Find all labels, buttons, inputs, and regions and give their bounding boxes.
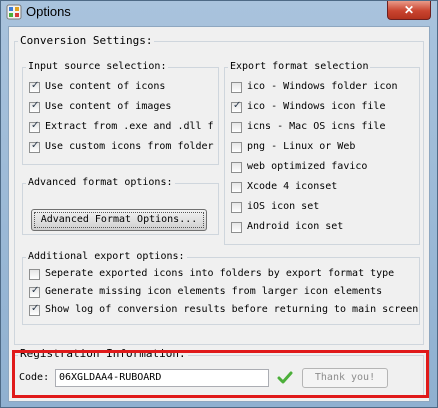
input-source-checkbox[interactable]: ✓ (29, 120, 40, 133)
additional-export-checkbox[interactable] (29, 269, 40, 280)
checkmark-icon: ✓ (31, 120, 40, 131)
export-format-label: ico - Windows icon file (247, 101, 386, 112)
export-format-checkbox[interactable] (231, 142, 242, 153)
export-format-label: iOS icon set (247, 201, 320, 212)
input-source-checkbox[interactable]: ✓ (29, 140, 40, 153)
additional-export-label: Generate missing icon elements from larg… (45, 286, 383, 297)
input-source-label: Use content of images (45, 101, 172, 112)
input-source-title: Input source selection: (26, 61, 169, 72)
input-source-label: Use content of icons (45, 81, 166, 92)
options-window: Options ✕ Conversion Settings: Input sou… (0, 0, 438, 408)
export-format-label: Android icon set (247, 221, 344, 232)
highlight-box (12, 350, 429, 398)
advanced-format-options-button[interactable]: Advanced Format Options... (31, 209, 207, 231)
export-format-label: Xcode 4 iconset (247, 181, 338, 192)
checkmark-icon: ✓ (31, 303, 40, 314)
additional-export-label: Show log of conversion results before re… (45, 304, 419, 315)
export-format-checkbox[interactable]: ✓ (231, 100, 242, 113)
checkmark-icon: ✓ (31, 140, 40, 151)
additional-export-title: Additional export options: (26, 251, 187, 262)
export-format-checkbox[interactable] (231, 202, 242, 213)
input-source-checkbox[interactable]: ✓ (29, 80, 40, 93)
checkmark-icon: ✓ (31, 285, 40, 296)
export-format-group (224, 67, 420, 245)
input-source-checkbox[interactable]: ✓ (29, 100, 40, 113)
export-format-label: ico - Windows folder icon (247, 81, 398, 92)
checkmark-icon: ✓ (233, 100, 242, 111)
app-icon (6, 4, 22, 20)
conversion-settings-title: Conversion Settings: (18, 34, 155, 47)
advanced-format-title: Advanced format options: (26, 177, 175, 188)
export-format-checkbox[interactable] (231, 162, 242, 173)
input-source-label: Extract from .exe and .dll f (45, 121, 214, 132)
export-format-checkbox[interactable] (231, 182, 242, 193)
export-format-checkbox[interactable] (231, 222, 242, 233)
input-source-label: Use custom icons from folder (45, 141, 214, 152)
additional-export-checkbox[interactable]: ✓ (29, 303, 40, 316)
export-format-label: icns - Mac OS icns file (247, 121, 386, 132)
additional-export-label: Seperate exported icons into folders by … (45, 268, 395, 279)
export-format-checkbox[interactable] (231, 82, 242, 93)
close-button[interactable]: ✕ (387, 1, 431, 20)
export-format-checkbox[interactable] (231, 122, 242, 133)
checkmark-icon: ✓ (31, 100, 40, 111)
export-format-label: png - Linux or Web (247, 141, 356, 152)
title-bar[interactable]: Options ✕ (1, 1, 437, 23)
checkmark-icon: ✓ (31, 80, 40, 91)
export-format-label: web optimized favico (247, 161, 368, 172)
export-format-title: Export format selection (228, 61, 371, 72)
window-title: Options (26, 4, 71, 19)
advanced-format-options-label: Advanced Format Options... (40, 214, 198, 225)
dialog-client: Conversion Settings: Input source select… (8, 26, 430, 402)
additional-export-checkbox[interactable]: ✓ (29, 285, 40, 298)
